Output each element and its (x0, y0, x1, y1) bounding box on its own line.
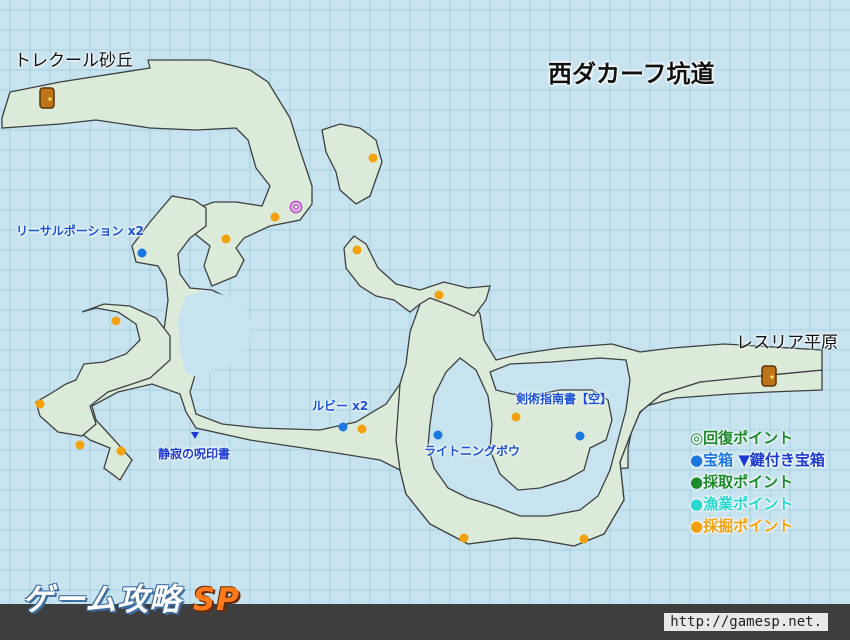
legend-chest: ●宝箱 (690, 451, 734, 469)
mining-point-icon[interactable] (270, 212, 280, 222)
mining-point-icon[interactable] (459, 533, 469, 543)
item-label-ruby: ルビー x2 (312, 399, 369, 413)
west-exit-door-icon[interactable] (39, 87, 55, 109)
mining-point-icon[interactable] (434, 290, 444, 300)
east-exit-door-icon[interactable] (761, 365, 777, 387)
item-label-lethal-potion: リーサルポーション x2 (16, 224, 144, 238)
legend-gather: ●採取ポイント (690, 473, 794, 491)
mining-point-icon[interactable] (357, 424, 367, 434)
item-label-lightning-bow: ライトニングボウ (424, 444, 521, 458)
west-bulb (35, 303, 171, 437)
site-brand-logo[interactable]: ゲーム攻略 SP (22, 574, 240, 619)
mining-point-icon[interactable] (221, 234, 231, 244)
map-canvas: 西ダカーフ坑道 トレクール砂丘 レスリア平原 リーサルポーション x2 ルビー … (0, 0, 850, 640)
chest-lethal-potion-icon[interactable] (137, 248, 147, 258)
item-label-sword-manual: 剣術指南書【空】 (516, 392, 613, 406)
cave-map (1, 59, 823, 547)
mining-point-icon[interactable] (35, 399, 45, 409)
mining-point-icon[interactable] (368, 153, 378, 163)
site-url-link[interactable]: http://gamesp.net. (664, 613, 828, 631)
chest-sword-manual-icon[interactable] (575, 431, 585, 441)
northeast-spur (321, 123, 383, 205)
locked-chest-icon[interactable] (191, 432, 199, 439)
brand-text: ゲーム攻略 (22, 582, 182, 618)
mining-point-icon[interactable] (75, 440, 85, 450)
legend-chest-row: ●宝箱 ▼鍵付き宝箱 (690, 449, 825, 471)
area-label-west: トレクール砂丘 (14, 51, 133, 71)
legend-recovery: ◎回復ポイント (690, 429, 794, 447)
area-label-east: レスリア平原 (736, 333, 838, 353)
mining-point-icon[interactable] (511, 412, 521, 422)
center-lake (178, 290, 252, 378)
middle-corridor (343, 235, 491, 317)
legend-locked-chest: ▼鍵付き宝箱 (738, 451, 825, 469)
item-label-silence-curse-book: 静寂の呪印書 (158, 447, 231, 461)
chest-lightning-bow-icon[interactable] (433, 430, 443, 440)
legend-fishing: ●漁業ポイント (690, 495, 794, 513)
map-title: 西ダカーフ坑道 (548, 60, 715, 88)
mining-point-icon[interactable] (352, 245, 362, 255)
brand-sp-text: SP (192, 582, 240, 618)
legend-mining: ●採掘ポイント (690, 517, 794, 535)
map-legend: ◎回復ポイント ●宝箱 ▼鍵付き宝箱 ●採取ポイント ●漁業ポイント ●採掘ポイ… (690, 427, 825, 537)
mining-point-icon[interactable] (116, 446, 126, 456)
chest-ruby-icon[interactable] (338, 422, 348, 432)
mining-point-icon[interactable] (111, 316, 121, 326)
mining-point-icon[interactable] (579, 534, 589, 544)
